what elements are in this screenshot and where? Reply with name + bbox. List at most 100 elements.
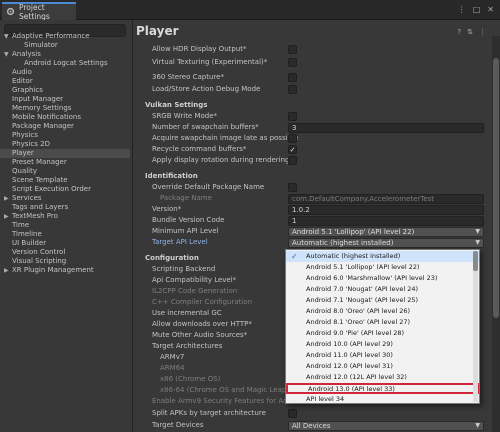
expand-arrow-icon: ▼ (4, 33, 9, 40)
sidebar-item-label: Audio (12, 68, 32, 76)
sidebar-item-time[interactable]: Time (0, 221, 130, 230)
target-api-option[interactable]: Android 5.1 'Lollipop' (API level 22) (286, 262, 479, 273)
swapchain-buffers-input[interactable]: 3 (288, 123, 484, 133)
target-api-option[interactable]: Android 13.0 (API level 33) (286, 383, 479, 394)
sidebar-item-timeline[interactable]: Timeline (0, 230, 130, 239)
sidebar-item-services[interactable]: ▶ Services (0, 194, 130, 203)
sidebar-item-quality[interactable]: Quality (0, 167, 130, 176)
section-title: Identification (145, 172, 198, 180)
sidebar-item-input-manager[interactable]: Input Manager (0, 95, 130, 104)
label: Number of swapchain buffers* (152, 123, 259, 131)
sidebar-item-label: UI Builder (12, 239, 47, 247)
srgb-write-checkbox[interactable] (288, 112, 297, 121)
sidebar-item-preset-manager[interactable]: Preset Manager (0, 158, 130, 167)
sidebar-item-mobile-notifications[interactable]: Mobile Notifications (0, 113, 130, 122)
target-api-dropdown[interactable]: Automatic (highest installed) ▼ (288, 238, 484, 248)
sidebar-item-scene-template[interactable]: Scene Template (0, 176, 130, 185)
dropdown-value: Automatic (highest installed) (292, 239, 394, 247)
target-api-option[interactable]: Android 7.0 'Nougat' (API level 24) (286, 284, 479, 295)
preset-icon[interactable]: ⇅ (467, 28, 473, 36)
override-package-checkbox[interactable] (288, 183, 297, 192)
label: Target Devices (152, 421, 204, 429)
sidebar-item-memory-settings[interactable]: Memory Settings (0, 104, 130, 113)
acquire-swapchain-checkbox[interactable] (288, 134, 297, 143)
sidebar-item-analysis[interactable]: ▼ Analysis (0, 50, 130, 59)
sidebar-item-label: Simulator (24, 41, 58, 49)
target-api-option[interactable]: Android 12.0 (API level 31) (286, 361, 479, 372)
sidebar-item-audio[interactable]: Audio (0, 68, 130, 77)
option-label: Android 8.0 'Oreo' (API level 26) (306, 307, 411, 315)
option-label: Android 6.0 'Marshmallow' (API level 23) (306, 274, 438, 282)
row-hdr-display: Allow HDR Display Output* (133, 44, 488, 55)
scrollbar-thumb[interactable] (493, 58, 499, 318)
target-api-option[interactable]: Android 12.0 (12L API level 32) (286, 372, 479, 383)
sidebar-item-adaptive-performance[interactable]: ▼ Adaptive Performance (0, 32, 130, 41)
sidebar-item-package-manager[interactable]: Package Manager (0, 122, 130, 131)
option-label: Automatic (highest installed) (306, 252, 401, 260)
sidebar-item-xr-plugin-management[interactable]: ▶ XR Plugin Management (0, 266, 130, 275)
target-api-option[interactable]: Android 8.0 'Oreo' (API level 26) (286, 306, 479, 317)
help-icon[interactable]: ? (457, 28, 461, 36)
sidebar-item-version-control[interactable]: Version Control (0, 248, 130, 257)
popup-scrollbar-thumb[interactable] (473, 251, 478, 271)
sidebar-item-script-execution-order[interactable]: Script Execution Order (0, 185, 130, 194)
sidebar-item-textmesh-pro[interactable]: ▶ TextMesh Pro (0, 212, 130, 221)
row-virtual-texturing: Virtual Texturing (Experimental)* (133, 57, 488, 68)
sidebar-item-tags-and-layers[interactable]: Tags and Layers (0, 203, 130, 212)
sidebar-item-label: Android Logcat Settings (24, 59, 108, 67)
sidebar-item-physics[interactable]: Physics (0, 131, 130, 140)
label: Recycle command buffers* (152, 145, 247, 153)
target-api-option[interactable]: Android 6.0 'Marshmallow' (API level 23) (286, 273, 479, 284)
target-api-option[interactable]: Android 11.0 (API level 30) (286, 350, 479, 361)
maximize-icon[interactable]: □ (473, 5, 481, 14)
main-scrollbar[interactable] (492, 36, 500, 432)
target-api-option[interactable]: Android 10.0 (API level 29) (286, 339, 479, 350)
sidebar-item-ui-builder[interactable]: UI Builder (0, 239, 130, 248)
hdr-display-checkbox[interactable] (288, 45, 297, 54)
sidebar-item-simulator[interactable]: Simulator (0, 41, 130, 50)
row-target-api: Target API Level Automatic (highest insta… (133, 237, 488, 248)
split-apks-checkbox[interactable] (288, 409, 297, 418)
row-package-name: Package Name com.DefaultCompany.Accelerom… (133, 193, 488, 204)
header-icons: ? ⇅ ⋮ (457, 28, 486, 36)
target-devices-dropdown[interactable]: All Devices ▼ (288, 421, 484, 431)
target-api-option[interactable]: Android 9.0 'Pie' (API level 28) (286, 328, 479, 339)
label: Apply display rotation during rendering (152, 156, 290, 164)
sidebar-item-label: Adaptive Performance (12, 32, 90, 40)
target-api-option[interactable]: Android 7.1 'Nougat' (API level 25) (286, 295, 479, 306)
sidebar-item-visual-scripting[interactable]: Visual Scripting (0, 257, 130, 266)
label: Minimum API Level (152, 227, 219, 235)
target-api-option[interactable]: Android 8.1 'Oreo' (API level 27) (286, 317, 479, 328)
sidebar-item-label: Script Execution Order (12, 185, 91, 193)
bundle-version-input[interactable]: 1 (288, 216, 484, 226)
stereo-capture-checkbox[interactable] (288, 73, 297, 82)
recycle-buffers-checkbox[interactable]: ✓ (288, 145, 297, 154)
option-label: Android 10.0 (API level 29) (306, 340, 393, 348)
window-controls: ⋮ □ ✕ (458, 5, 494, 14)
load-store-debug-checkbox[interactable] (288, 85, 297, 94)
sidebar-item-graphics[interactable]: Graphics (0, 86, 130, 95)
sidebar-item-android-logcat-settings[interactable]: Android Logcat Settings (0, 59, 130, 68)
sidebar-item-editor[interactable]: Editor (0, 77, 130, 86)
more-options-icon[interactable]: ⋮ (458, 5, 466, 14)
menu-icon[interactable]: ⋮ (479, 28, 486, 36)
target-api-option[interactable]: API level 34 (286, 394, 479, 405)
vulkan-section-header: Vulkan Settings (133, 100, 488, 111)
sidebar-item-physics-2d[interactable]: Physics 2D (0, 140, 130, 149)
row-override-package: Override Default Package Name (133, 182, 488, 193)
display-rotation-checkbox[interactable] (288, 156, 297, 165)
version-input[interactable]: 1.0.2 (288, 205, 484, 215)
dropdown-value: All Devices (292, 422, 331, 430)
identification-section-header: Identification (133, 171, 488, 182)
min-api-dropdown[interactable]: Android 5.1 'Lollipop' (API level 22) ▼ (288, 227, 484, 237)
project-settings-tab[interactable]: Project Settings (2, 2, 76, 21)
row-srgb-write: SRGB Write Mode* (133, 111, 488, 122)
target-api-option[interactable]: ✓ Automatic (highest installed) (286, 251, 479, 262)
close-icon[interactable]: ✕ (487, 5, 494, 14)
sidebar-item-player[interactable]: Player (0, 149, 130, 158)
popup-scrollbar[interactable] (473, 251, 478, 402)
package-name-input[interactable]: com.DefaultCompany.AccelerometerTest (288, 194, 484, 204)
sidebar-item-label: Player (12, 149, 34, 157)
settings-sidebar: ▼ Adaptive Performance Simulator ▼ Analysis A… (0, 20, 132, 432)
virtual-texturing-checkbox[interactable] (288, 58, 297, 67)
